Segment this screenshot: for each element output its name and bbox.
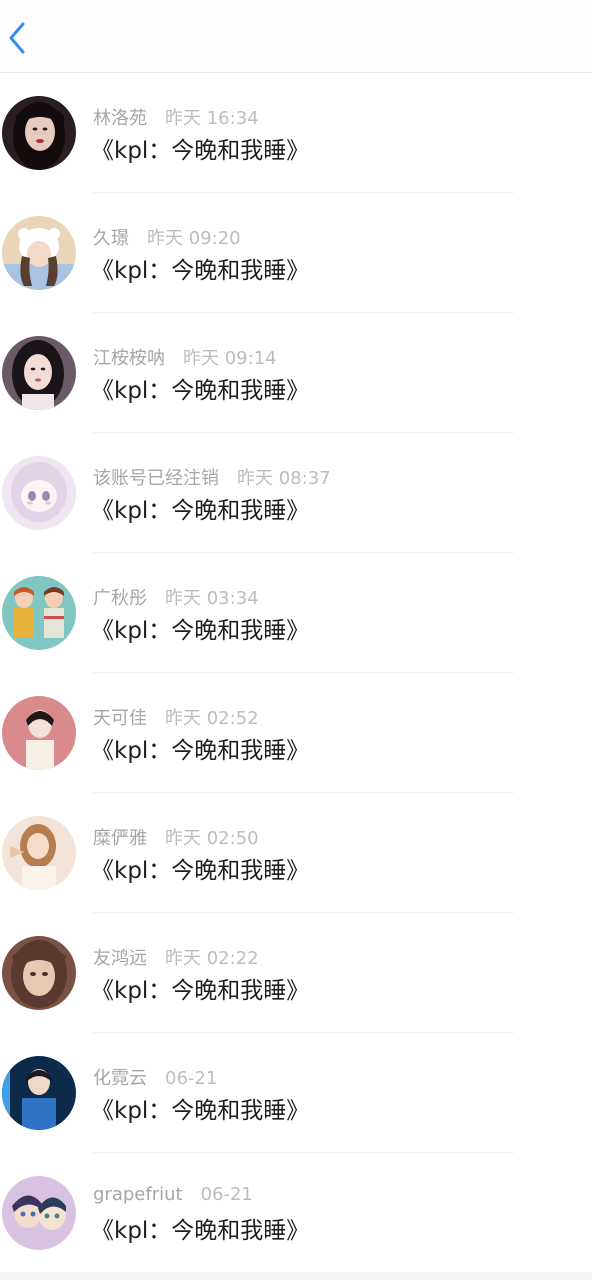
sender-name[interactable]: 广秋彤 (93, 588, 147, 609)
timestamp: 06-21 (165, 1068, 218, 1089)
avatar[interactable] (2, 816, 76, 890)
avatar[interactable] (2, 576, 76, 650)
message-text: 《kpl：今晚和我睡》 (91, 858, 310, 884)
message-text: 《kpl：今晚和我睡》 (91, 498, 310, 524)
sender-name[interactable]: 江桉桉呐 (93, 348, 165, 369)
list-item[interactable]: 友鸿远 昨天 02:22 《kpl：今晚和我睡》 (0, 913, 592, 1033)
list-item[interactable]: 糜俨雅 昨天 02:50 《kpl：今晚和我睡》 (0, 793, 592, 913)
sender-name[interactable]: 林洛苑 (93, 108, 147, 129)
list-item[interactable]: 久璟 昨天 09:20 《kpl：今晚和我睡》 (0, 193, 592, 313)
sender-name[interactable]: 友鸿远 (93, 948, 147, 969)
avatar[interactable] (2, 336, 76, 410)
message-text: 《kpl：今晚和我睡》 (91, 138, 310, 164)
message-text: 《kpl：今晚和我睡》 (91, 978, 310, 1004)
timestamp: 昨天 16:34 (165, 108, 259, 129)
timestamp: 昨天 08:37 (237, 468, 331, 489)
sender-name[interactable]: grapefriut (93, 1184, 183, 1205)
list-item[interactable]: 该账号已经注销 昨天 08:37 《kpl：今晚和我睡》 (0, 433, 592, 553)
message-text: 《kpl：今晚和我睡》 (91, 1218, 310, 1244)
timestamp: 昨天 09:14 (183, 348, 277, 369)
bottom-edge (0, 1272, 592, 1280)
top-bar (0, 0, 592, 73)
message-text: 《kpl：今晚和我睡》 (91, 738, 310, 764)
avatar[interactable] (2, 216, 76, 290)
avatar[interactable] (2, 696, 76, 770)
sender-name[interactable]: 该账号已经注销 (93, 468, 219, 489)
list-item[interactable]: 化霓云 06-21 《kpl：今晚和我睡》 (0, 1033, 592, 1153)
sender-name[interactable]: 糜俨雅 (93, 828, 147, 849)
list-item[interactable]: 林洛苑 昨天 16:34 《kpl：今晚和我睡》 (0, 73, 592, 193)
timestamp: 昨天 03:34 (165, 588, 259, 609)
timestamp: 昨天 09:20 (147, 228, 241, 249)
avatar[interactable] (2, 96, 76, 170)
message-list: 林洛苑 昨天 16:34 《kpl：今晚和我睡》 久璟 昨天 09:20 《kpl：… (0, 73, 592, 1273)
sender-name[interactable]: 天可佳 (93, 708, 147, 729)
list-item[interactable]: 天可佳 昨天 02:52 《kpl：今晚和我睡》 (0, 673, 592, 793)
list-item[interactable]: grapefriut 06-21 《kpl：今晚和我睡》 (0, 1153, 592, 1273)
sender-name[interactable]: 化霓云 (93, 1068, 147, 1089)
list-item[interactable]: 江桉桉呐 昨天 09:14 《kpl：今晚和我睡》 (0, 313, 592, 433)
message-text: 《kpl：今晚和我睡》 (91, 1098, 310, 1124)
timestamp: 06-21 (200, 1184, 253, 1205)
sender-name[interactable]: 久璟 (93, 228, 129, 249)
list-item[interactable]: 广秋彤 昨天 03:34 《kpl：今晚和我睡》 (0, 553, 592, 673)
avatar[interactable] (2, 1176, 76, 1250)
timestamp: 昨天 02:22 (165, 948, 259, 969)
avatar[interactable] (2, 1056, 76, 1130)
timestamp: 昨天 02:50 (165, 828, 259, 849)
message-text: 《kpl：今晚和我睡》 (91, 618, 310, 644)
timestamp: 昨天 02:52 (165, 708, 259, 729)
message-text: 《kpl：今晚和我睡》 (91, 258, 310, 284)
back-button[interactable] (2, 18, 32, 58)
avatar[interactable] (2, 936, 76, 1010)
message-text: 《kpl：今晚和我睡》 (91, 378, 310, 404)
chevron-left-icon (9, 22, 25, 54)
avatar[interactable] (2, 456, 76, 530)
